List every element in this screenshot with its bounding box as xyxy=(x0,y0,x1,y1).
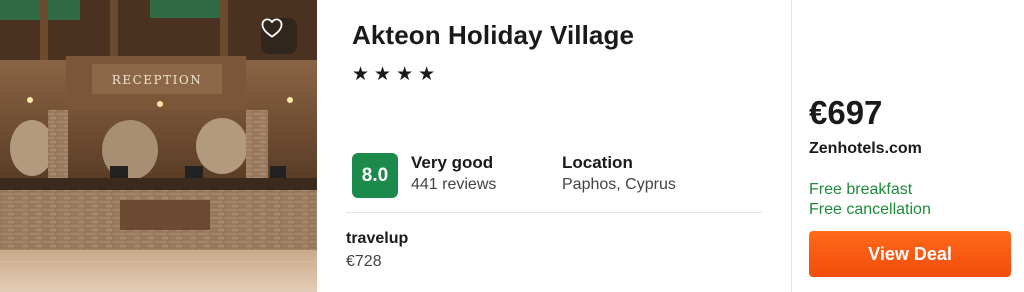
review-count: 441 reviews xyxy=(411,176,497,193)
deal-provider: Zenhotels.com xyxy=(809,140,922,157)
star-rating: ★ ★ ★ ★ xyxy=(352,64,435,86)
star-icon: ★ xyxy=(352,64,370,85)
alternative-provider[interactable]: travelup xyxy=(346,229,408,249)
perk-free-breakfast: Free breakfast xyxy=(809,181,913,198)
rating-score-badge: 8.0 xyxy=(352,153,398,198)
column-divider xyxy=(791,0,792,292)
location-value: Paphos, Cyprus xyxy=(562,176,676,193)
star-icon: ★ xyxy=(396,64,414,85)
location-info: Location Paphos, Cyprus xyxy=(562,153,676,197)
view-deal-button[interactable]: View Deal xyxy=(809,231,1011,277)
heart-outline-icon xyxy=(261,18,283,38)
location-label: Location xyxy=(562,153,633,172)
star-icon: ★ xyxy=(418,64,436,85)
perk-free-cancellation: Free cancellation xyxy=(809,201,931,218)
deal-price: €697 xyxy=(809,94,883,131)
rating-label: Very good xyxy=(411,153,494,172)
favorite-button[interactable] xyxy=(261,18,297,54)
svg-text:RECEPTION: RECEPTION xyxy=(112,73,202,87)
star-icon: ★ xyxy=(374,64,392,85)
divider xyxy=(346,212,762,213)
alternative-price[interactable]: €728 xyxy=(346,252,382,272)
hotel-name[interactable]: Akteon Holiday Village xyxy=(352,20,634,51)
rating-summary[interactable]: Very good 441 reviews xyxy=(411,153,496,197)
hotel-result-card[interactable]: RECEPTION Akteon Holiday Village ★ ★ ★ ★… xyxy=(0,0,1024,292)
hotel-photo[interactable]: RECEPTION xyxy=(0,0,317,292)
